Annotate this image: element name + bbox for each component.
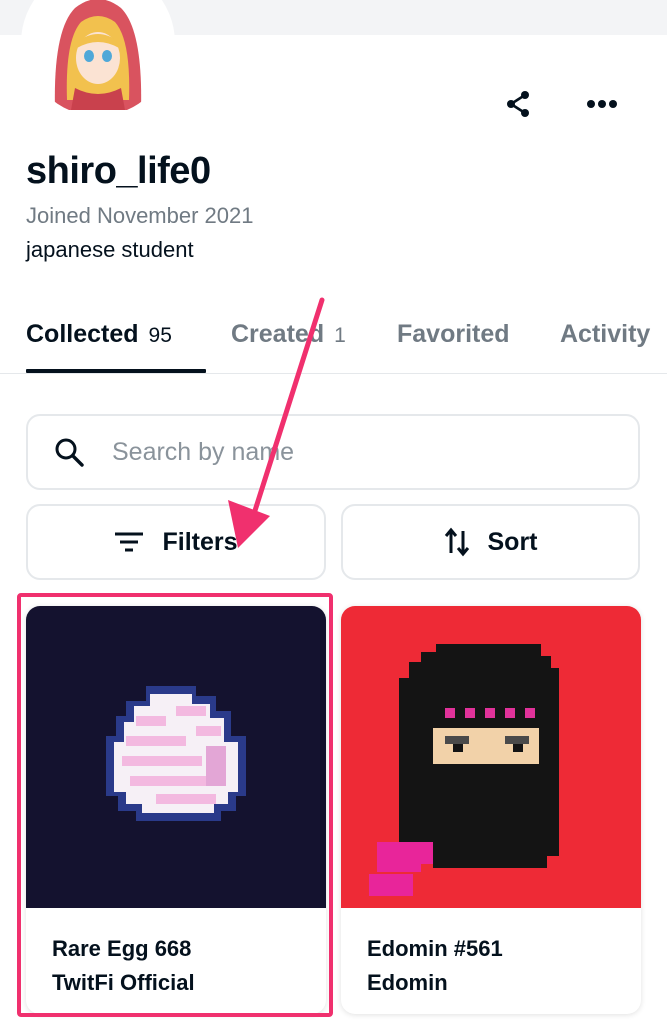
nft-card[interactable]: Rare Egg 668 TwitFi Official <box>26 606 326 1014</box>
filters-label: Filters <box>162 527 238 556</box>
profile-bio: japanese student <box>26 237 194 262</box>
avatar[interactable] <box>25 0 171 116</box>
share-button[interactable] <box>498 84 538 124</box>
search-input[interactable] <box>112 437 592 467</box>
active-tab-indicator <box>26 369 206 373</box>
tab-count: 95 <box>148 324 172 347</box>
nft-collection: TwitFi Official <box>52 970 195 995</box>
tab-label: Favorited <box>397 320 510 348</box>
search-icon <box>52 435 86 469</box>
more-options-button[interactable] <box>582 84 622 124</box>
joined-date: Joined November 2021 <box>26 203 254 228</box>
nft-name: Edomin #561 <box>367 936 503 961</box>
sort-arrows-icon <box>444 527 470 557</box>
username: shiro_life0 <box>26 150 211 192</box>
nft-image <box>341 606 641 908</box>
tab-count: 1 <box>334 324 346 347</box>
nft-card[interactable]: Edomin #561 Edomin <box>341 606 641 1014</box>
filter-lines-icon <box>114 531 144 553</box>
tab-label: Created <box>231 320 325 348</box>
tab-label: Collected <box>26 320 139 348</box>
tab-collected[interactable]: Collected 95 <box>26 320 172 349</box>
nft-collection: Edomin <box>367 970 448 995</box>
tab-label: Activity <box>560 320 651 348</box>
nft-image <box>26 606 326 908</box>
filters-button[interactable]: Filters <box>26 504 326 580</box>
search-bar[interactable] <box>26 414 640 490</box>
sort-label: Sort <box>487 527 538 556</box>
profile-tabs: Collected 95 Created 1 Favorited Activity <box>0 300 667 374</box>
more-horizontal-icon <box>587 100 617 108</box>
share-icon <box>507 91 529 117</box>
tab-activity[interactable]: Activity <box>560 320 650 349</box>
tab-favorited[interactable]: Favorited <box>397 320 510 349</box>
tab-created[interactable]: Created 1 <box>231 320 346 349</box>
sort-button[interactable]: Sort <box>341 504 640 580</box>
nft-name: Rare Egg 668 <box>52 936 192 961</box>
